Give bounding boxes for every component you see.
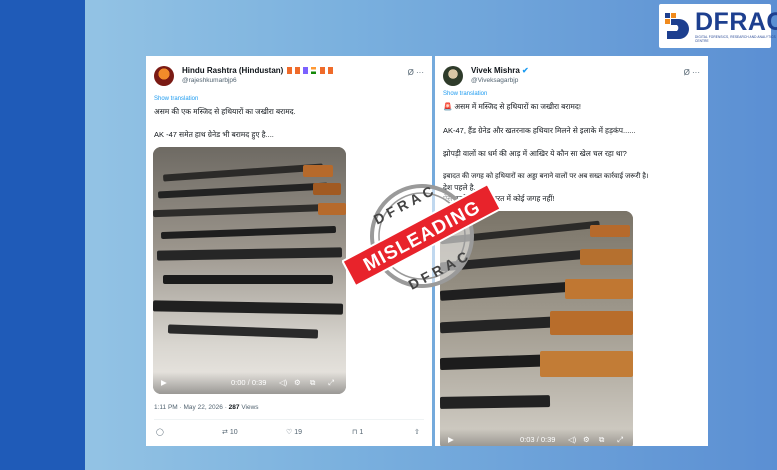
- flag-icon: [319, 67, 325, 75]
- tweet-header: Hindu Rashtra (Hindustan) @rajeshkumarbj…: [154, 64, 424, 94]
- settings-icon[interactable]: ⚙: [294, 378, 301, 387]
- more-options-icon[interactable]: Ø ···: [684, 68, 700, 77]
- handle[interactable]: @rajeshkumarbjp6: [182, 77, 237, 84]
- handle[interactable]: @Viveksagarbjp: [471, 77, 518, 84]
- tweet-timestamp: 1:11 PM · May 22, 2026 · 287 Views: [154, 404, 259, 411]
- like-button[interactable]: ♡ 19: [286, 428, 302, 436]
- flag-icon: [303, 67, 309, 75]
- play-icon[interactable]: ▶: [448, 435, 454, 444]
- tweet-text-line: 🚨 असम में मस्जिद से हथियारों का जखीरा बर…: [443, 102, 581, 111]
- display-name[interactable]: Vivek Mishra ✔: [471, 66, 529, 75]
- flag-icon: [294, 67, 300, 75]
- pip-icon[interactable]: ⧉: [310, 378, 315, 388]
- bookmark-button[interactable]: ⊓ 1: [352, 428, 363, 436]
- show-translation-link[interactable]: Show translation: [154, 96, 198, 102]
- settings-icon[interactable]: ⚙: [583, 435, 590, 444]
- share-icon[interactable]: ⇧: [414, 428, 420, 436]
- india-flag-icon: [311, 67, 317, 75]
- tweet-header: Vivek Mishra ✔ @Viveksagarbjp Ø ···: [443, 64, 700, 94]
- logo-title: DFRAC: [695, 8, 777, 36]
- display-name[interactable]: Hindu Rashtra (Hindustan): [182, 66, 333, 75]
- misleading-stamp: DFRAC DFRAC MISLEADING: [342, 181, 502, 293]
- avatar[interactable]: [154, 66, 174, 86]
- tweet-text-line: असम की एक मस्जिद से हथियारों का जखीरा बर…: [154, 107, 296, 116]
- repost-button[interactable]: ⇄ 10: [222, 428, 238, 436]
- play-icon[interactable]: ▶: [161, 378, 167, 387]
- reply-icon[interactable]: ◯: [156, 428, 164, 436]
- volume-icon[interactable]: ◁): [568, 435, 576, 444]
- fullscreen-icon[interactable]: ⤢: [328, 378, 334, 388]
- tweet-text-line: AK -47 समेत हाथ ग्रेनेड भी बरामद हुए है.…: [154, 130, 274, 139]
- flag-icon: [327, 67, 333, 75]
- dfrac-logo: DFRAC DIGITAL FORENSICS, RESEARCH AND AN…: [659, 4, 777, 48]
- dfrac-logo-mark: [663, 9, 693, 43]
- video-player[interactable]: ▶ 0:00 / 0:39 ◁) ⚙ ⧉ ⤢: [153, 147, 346, 394]
- flag-icon: [286, 67, 292, 75]
- left-accent-bar: [0, 0, 85, 470]
- more-options-icon[interactable]: Ø ···: [408, 68, 424, 77]
- tweet-text-line: झोपड़ी वालों का धर्म की आड़ में आखिर ये …: [443, 149, 627, 158]
- divider: [154, 419, 424, 420]
- verified-badge-icon: ✔: [522, 66, 529, 75]
- volume-icon[interactable]: ◁): [279, 378, 287, 387]
- fullscreen-icon[interactable]: ⤢: [617, 435, 623, 445]
- tweet-actions: ◯ ⇄ 10 ♡ 19 ⊓ 1 ⇧: [146, 428, 432, 442]
- video-controls: ▶ 0:00 / 0:39 ◁) ⚙ ⧉ ⤢: [153, 372, 346, 394]
- video-time: 0:03 / 0:39: [520, 435, 556, 444]
- video-time: 0:00 / 0:39: [231, 378, 267, 387]
- tweet-text-line: AK-47, हैंड ग्रेनेड और खतरनाक हथियार मिल…: [443, 126, 636, 135]
- pip-icon[interactable]: ⧉: [599, 435, 604, 445]
- show-translation-link[interactable]: Show translation: [443, 91, 487, 97]
- avatar[interactable]: [443, 66, 463, 86]
- video-controls: ▶ 0:03 / 0:39 ◁) ⚙ ⧉ ⤢: [440, 429, 633, 446]
- logo-subtitle: DIGITAL FORENSICS, RESEARCH AND ANALYTIC…: [695, 35, 776, 43]
